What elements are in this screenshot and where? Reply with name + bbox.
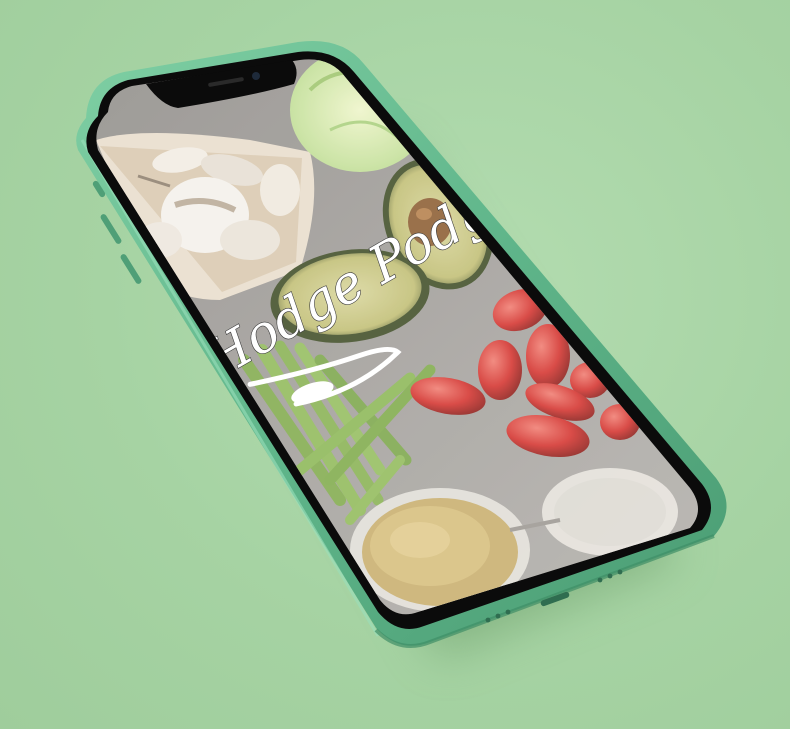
volume-down-button[interactable] (119, 253, 142, 285)
volume-up-button[interactable] (99, 213, 122, 245)
phone-device: Hodge Podge (76, 40, 727, 648)
mockup-scene: Hodge Podge (0, 0, 790, 729)
front-camera-icon (252, 72, 260, 80)
